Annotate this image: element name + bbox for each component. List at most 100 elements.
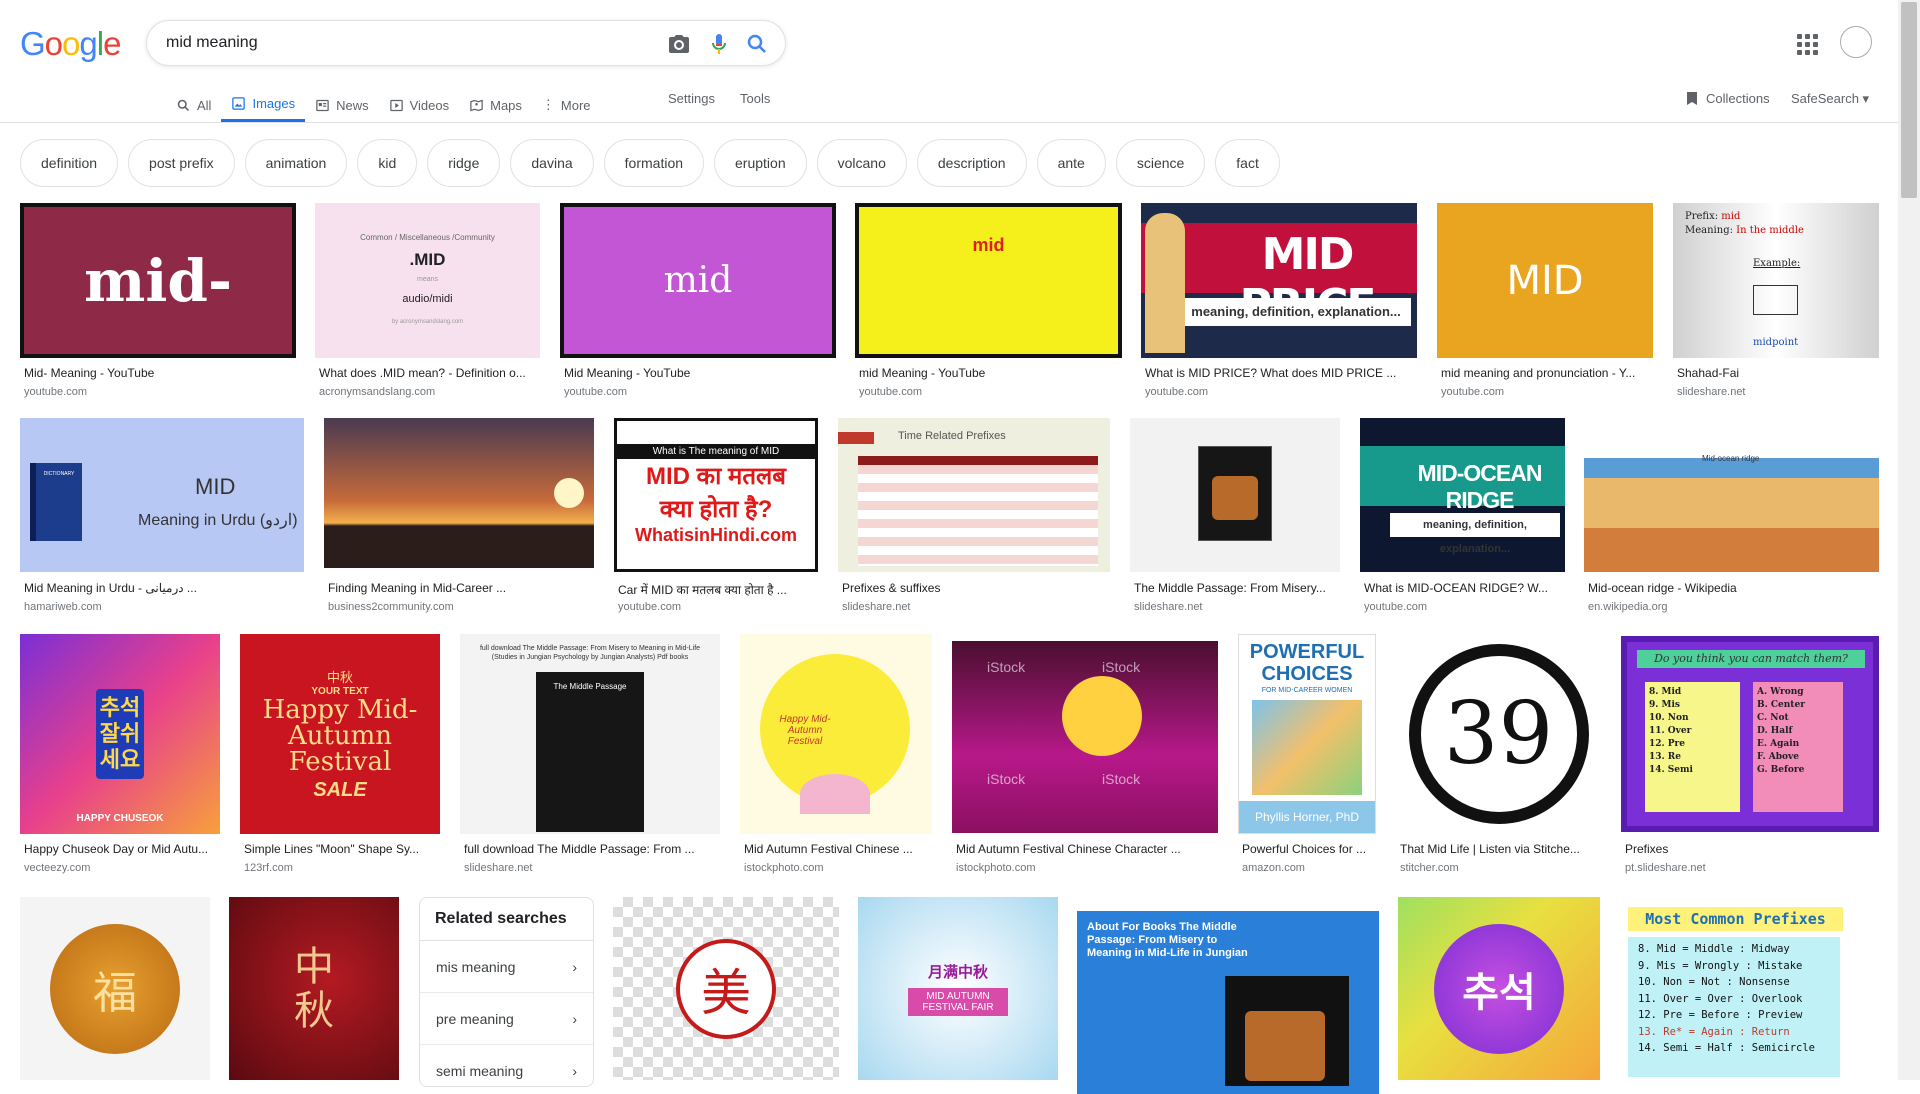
result-caption[interactable]: mid Meaning - YouTube <box>859 366 1121 380</box>
result-thumbnail[interactable]: Common / Miscellaneous /Community .MID m… <box>315 203 540 358</box>
collections-link[interactable]: Collections <box>1686 91 1770 106</box>
tab-videos[interactable]: Videos <box>379 88 460 122</box>
tools-link[interactable]: Tools <box>740 91 770 106</box>
result-caption[interactable]: Shahad-Fai <box>1677 366 1877 380</box>
result-thumbnail[interactable]: 中秋 <box>229 897 399 1080</box>
chip[interactable]: volcano <box>816 139 907 187</box>
image-result[interactable]: 추석 <box>1398 897 1600 1080</box>
result-caption[interactable]: What is MID PRICE? What does MID PRICE .… <box>1145 366 1415 380</box>
image-result[interactable]: 月满中秋 MID AUTUMN FESTIVAL FAIR <box>858 897 1058 1080</box>
result-thumbnail[interactable]: What is The meaning of MID MID का मतलब क… <box>614 418 818 572</box>
chip[interactable]: animation <box>244 139 348 187</box>
result-thumbnail[interactable]: Time Related Prefixes <box>838 418 1110 572</box>
result-thumbnail[interactable]: 추석 <box>1398 897 1600 1080</box>
result-thumbnail[interactable]: Prefix: mid Meaning: In the middle Examp… <box>1673 203 1879 358</box>
result-caption[interactable]: Simple Lines "Moon" Shape Sy... <box>244 842 440 856</box>
result-caption[interactable]: That Mid Life | Listen via Stitche... <box>1400 842 1600 856</box>
chip[interactable]: fact <box>1215 139 1280 187</box>
result-caption[interactable]: Mid- Meaning - YouTube <box>24 366 294 380</box>
result-thumbnail[interactable]: mid- <box>20 203 296 358</box>
result-caption[interactable]: Finding Meaning in Mid-Career ... <box>328 581 593 595</box>
result-thumbnail[interactable]: Mid-ocean ridge <box>1584 418 1879 572</box>
result-thumbnail[interactable]: Most Common Prefixes 8. Mid = Middle : M… <box>1620 897 1880 1080</box>
safesearch-dropdown[interactable]: SafeSearch ▾ <box>1791 91 1869 107</box>
thumb-text: HAPPY CHUSEOK <box>76 813 164 824</box>
result-thumbnail[interactable] <box>324 418 594 568</box>
result-caption[interactable]: full download The Middle Passage: From .… <box>464 842 720 856</box>
result-thumbnail[interactable]: MID-OCEAN RIDGE meaning, definition, exp… <box>1360 418 1565 572</box>
result-caption[interactable]: Mid Meaning - YouTube <box>564 366 834 380</box>
search-icon[interactable] <box>745 32 769 56</box>
result-thumbnail[interactable]: 美 <box>613 897 839 1080</box>
result-thumbnail[interactable]: POWERFUL CHOICES FOR MID-CAREER WOMEN Ph… <box>1238 634 1376 834</box>
chip[interactable]: post prefix <box>128 139 235 187</box>
thumb-text: 月满中秋 <box>927 964 988 981</box>
result-caption[interactable]: Car में MID का मतलब क्या होता है ... <box>618 581 818 598</box>
tab-all[interactable]: All <box>166 88 221 122</box>
tab-more[interactable]: ⋮ More <box>532 88 601 122</box>
related-search-item[interactable]: pre meaning › <box>420 993 593 1045</box>
camera-icon[interactable] <box>667 32 691 56</box>
result-caption[interactable]: Mid Autumn Festival Chinese ... <box>744 842 932 856</box>
result-caption[interactable]: Mid-ocean ridge - Wikipedia <box>1588 581 1878 595</box>
related-search-item[interactable]: mis meaning › <box>420 941 593 993</box>
result-caption[interactable]: Powerful Choices for ... <box>1242 842 1376 856</box>
settings-link[interactable]: Settings <box>668 91 715 106</box>
result-thumbnail[interactable]: 福 <box>20 897 210 1080</box>
image-result[interactable]: 美 <box>613 897 839 1080</box>
related-search-item[interactable]: semi meaning › <box>420 1045 593 1086</box>
result-thumbnail[interactable]: 추석 잘쉬세요 HAPPY CHUSEOK <box>20 634 220 834</box>
search-input[interactable] <box>166 31 626 55</box>
chip[interactable]: davina <box>510 139 594 187</box>
tab-news[interactable]: News <box>305 88 379 122</box>
result-thumbnail[interactable]: full download The Middle Passage: From M… <box>460 634 720 834</box>
chip[interactable]: ante <box>1036 139 1106 187</box>
result-thumbnail[interactable]: iStock iStock iStock iStock <box>952 641 1218 833</box>
chip[interactable]: formation <box>603 139 705 187</box>
thumb-text: 美 <box>676 938 776 1039</box>
result-caption[interactable]: Prefixes & suffixes <box>842 581 1110 595</box>
result-thumbnail[interactable]: DICTIONARY MID Meaning in Urdu (اردو) <box>20 418 304 572</box>
result-caption[interactable]: The Middle Passage: From Misery... <box>1134 581 1340 595</box>
result-thumbnail[interactable]: 39 <box>1396 634 1601 834</box>
chip[interactable]: description <box>916 139 1027 187</box>
result-thumbnail[interactable] <box>1130 418 1340 572</box>
result-thumbnail[interactable]: mid <box>855 203 1122 358</box>
result-caption[interactable]: Mid Autumn Festival Chinese Character ..… <box>956 842 1218 856</box>
result-thumbnail[interactable]: 月满中秋 MID AUTUMN FESTIVAL FAIR <box>858 897 1058 1080</box>
result-thumbnail[interactable]: About For Books The Middle Passage: From… <box>1077 911 1379 1094</box>
image-result[interactable]: About For Books The Middle Passage: From… <box>1077 897 1379 1094</box>
tab-maps[interactable]: Maps <box>459 88 532 122</box>
result-caption[interactable]: Happy Chuseok Day or Mid Autu... <box>24 842 220 856</box>
result-thumbnail[interactable]: 中秋 YOUR TEXT Happy Mid-Autumn Festival S… <box>240 634 440 834</box>
result-thumbnail[interactable]: MID PRICE meaning, definition, explanati… <box>1141 203 1417 358</box>
result-caption[interactable]: mid meaning and pronunciation - Y... <box>1441 366 1651 380</box>
thumb-text: Meaning: <box>1685 225 1733 236</box>
chip[interactable]: ridge <box>427 139 501 187</box>
result-source: amazon.com <box>1242 862 1305 874</box>
apps-grid-icon[interactable] <box>1795 32 1819 56</box>
tab-images[interactable]: Images <box>221 88 306 122</box>
result-caption[interactable]: Mid Meaning in Urdu - درمیانی ... <box>24 581 304 595</box>
chip[interactable]: eruption <box>714 139 807 187</box>
image-result[interactable]: 中秋 <box>229 897 399 1080</box>
image-result[interactable]: 福 <box>20 897 210 1080</box>
avatar[interactable] <box>1840 26 1872 58</box>
chip[interactable]: kid <box>357 139 418 187</box>
thumb-text: G. Before <box>1757 765 1805 775</box>
chip[interactable]: definition <box>20 139 119 187</box>
image-icon <box>232 97 246 110</box>
google-logo[interactable]: Google <box>20 25 121 63</box>
microphone-icon[interactable] <box>707 32 731 56</box>
result-thumbnail[interactable]: Do you think you can match them? 8. Mid 9… <box>1621 636 1879 832</box>
result-thumbnail[interactable]: MID <box>1437 203 1653 358</box>
image-result[interactable]: Most Common Prefixes 8. Mid = Middle : M… <box>1620 897 1880 1080</box>
result-caption[interactable]: What is MID-OCEAN RIDGE? W... <box>1364 581 1564 595</box>
result-caption[interactable]: What does .MID mean? - Definition o... <box>319 366 539 380</box>
chip[interactable]: science <box>1115 139 1206 187</box>
scrollbar-thumb[interactable] <box>1901 2 1917 198</box>
result-thumbnail[interactable]: Happy Mid-Autumn Festival <box>740 634 932 834</box>
result-thumbnail[interactable]: mid <box>560 203 836 358</box>
tab-label: News <box>336 97 369 113</box>
result-caption[interactable]: Prefixes <box>1625 842 1879 856</box>
